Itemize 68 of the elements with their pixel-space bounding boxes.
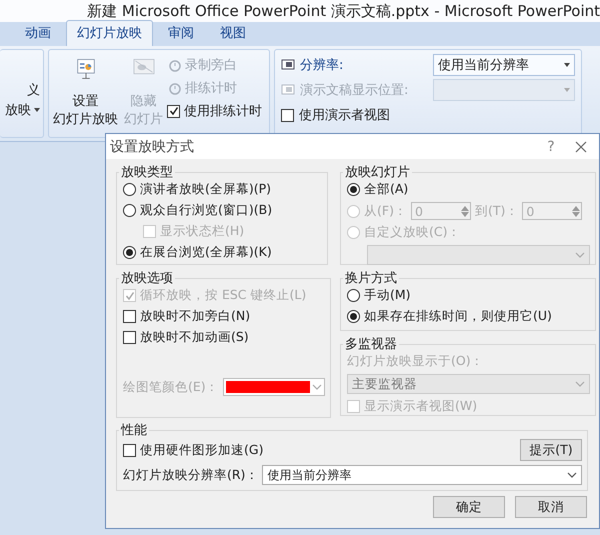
checkbox-label: 放映时不加旁白(N) (140, 308, 250, 325)
group-title: 放映类型 (120, 164, 174, 181)
checkbox-label: 循环放映，按 ESC 键终止(L) (140, 287, 306, 304)
timer-icon (167, 58, 181, 72)
radio-label: 全部(A) (364, 181, 408, 198)
group-title: 换片方式 (344, 270, 398, 287)
radio-button[interactable] (123, 246, 136, 259)
group-title: 多监视器 (344, 336, 398, 353)
resolution-dropdown[interactable]: 使用当前分辨率 (433, 54, 575, 76)
radio-button[interactable] (123, 183, 136, 196)
checkbox[interactable] (281, 108, 294, 122)
dialog-button[interactable]: 确定 (433, 496, 505, 518)
checkbox[interactable] (123, 444, 136, 456)
radio-button[interactable] (347, 310, 360, 323)
checkbox[interactable] (167, 104, 180, 118)
close-icon[interactable] (575, 140, 587, 152)
field-label: 幻灯片放映显示于(O)： (347, 353, 485, 370)
field-label: 分辨率: (300, 57, 344, 74)
field-label: 演示文稿显示位置: (300, 82, 410, 99)
tips-button[interactable]: 提示(T) (520, 439, 582, 461)
ribbon-tab[interactable]: 审阅 (157, 20, 205, 46)
radio-label: 手动(M) (364, 287, 411, 304)
field-label: 到(T)： (474, 202, 518, 220)
spin-up-icon[interactable] (460, 206, 469, 210)
radio-button[interactable] (347, 289, 360, 302)
radio-label: 在展台浏览(全屏幕)(K) (140, 244, 272, 261)
spin-up-icon[interactable] (572, 206, 580, 210)
resolution-dropdown[interactable]: 使用当前分辨率 (262, 465, 582, 485)
help-button[interactable]: ? (531, 138, 571, 154)
ribbon-tab[interactable]: 动画 (14, 20, 62, 46)
group-title: 放映选项 (120, 270, 174, 287)
checkbox-label: 使用排练计时 (184, 103, 262, 120)
caret-icon (564, 88, 570, 92)
checkbox-label: 使用演示者视图 (299, 107, 390, 124)
monitor-icon (281, 59, 295, 71)
timer-icon (167, 81, 181, 95)
ribbon-tab[interactable]: 视图 (209, 20, 257, 46)
radio-label: 自定义放映(C)： (364, 224, 460, 241)
checkbox-label: 显示状态栏(H) (160, 223, 244, 240)
ribbon-tab[interactable]: 幻灯片放映 (66, 20, 153, 46)
ribbon-button-label[interactable]: 义 (27, 81, 40, 99)
radio-label: 如果存在排练时间，则使用它(U) (364, 308, 552, 325)
spin-down-icon[interactable] (572, 212, 580, 216)
field-label: 幻灯片放映分辨率(R)： (123, 466, 258, 484)
monitor-icon (281, 84, 295, 96)
caret-icon (34, 108, 40, 112)
window-title: 新建 Microsoft Office PowerPoint 演示文稿.pptx - Microsoft PowerPoint (87, 2, 600, 20)
caret-icon (564, 63, 570, 67)
radio-label: 从(F)： (364, 202, 407, 220)
checkbox-label: 使用硬件图形加速(G) (140, 442, 264, 458)
color-picker[interactable] (222, 378, 325, 396)
ribbon-button-label[interactable]: 放映 (5, 101, 31, 119)
radio-label: 演讲者放映(全屏幕)(P) (140, 181, 272, 198)
checkbox-label: 显示演示者视图(W) (364, 398, 478, 415)
spin-down-icon[interactable] (460, 212, 469, 216)
checkbox[interactable] (123, 331, 136, 344)
checkbox[interactable] (123, 310, 136, 323)
radio-button[interactable] (123, 204, 136, 217)
checkbox-label: 放映时不加动画(S) (140, 329, 249, 346)
chevron-down-icon[interactable] (567, 472, 577, 478)
dialog-button[interactable]: 取消 (515, 496, 587, 518)
radio-button[interactable] (347, 183, 360, 196)
field-label: 绘图笔颜色(E)： (123, 378, 219, 396)
group-title: 性能 (120, 422, 148, 439)
group-title: 放映幻灯片 (344, 164, 411, 181)
dialog-title: 设置放映方式 (110, 138, 195, 156)
ribbon-button[interactable]: 设置 幻灯片放映 (51, 54, 120, 133)
radio-label: 观众自行浏览(窗口)(B) (140, 202, 272, 219)
